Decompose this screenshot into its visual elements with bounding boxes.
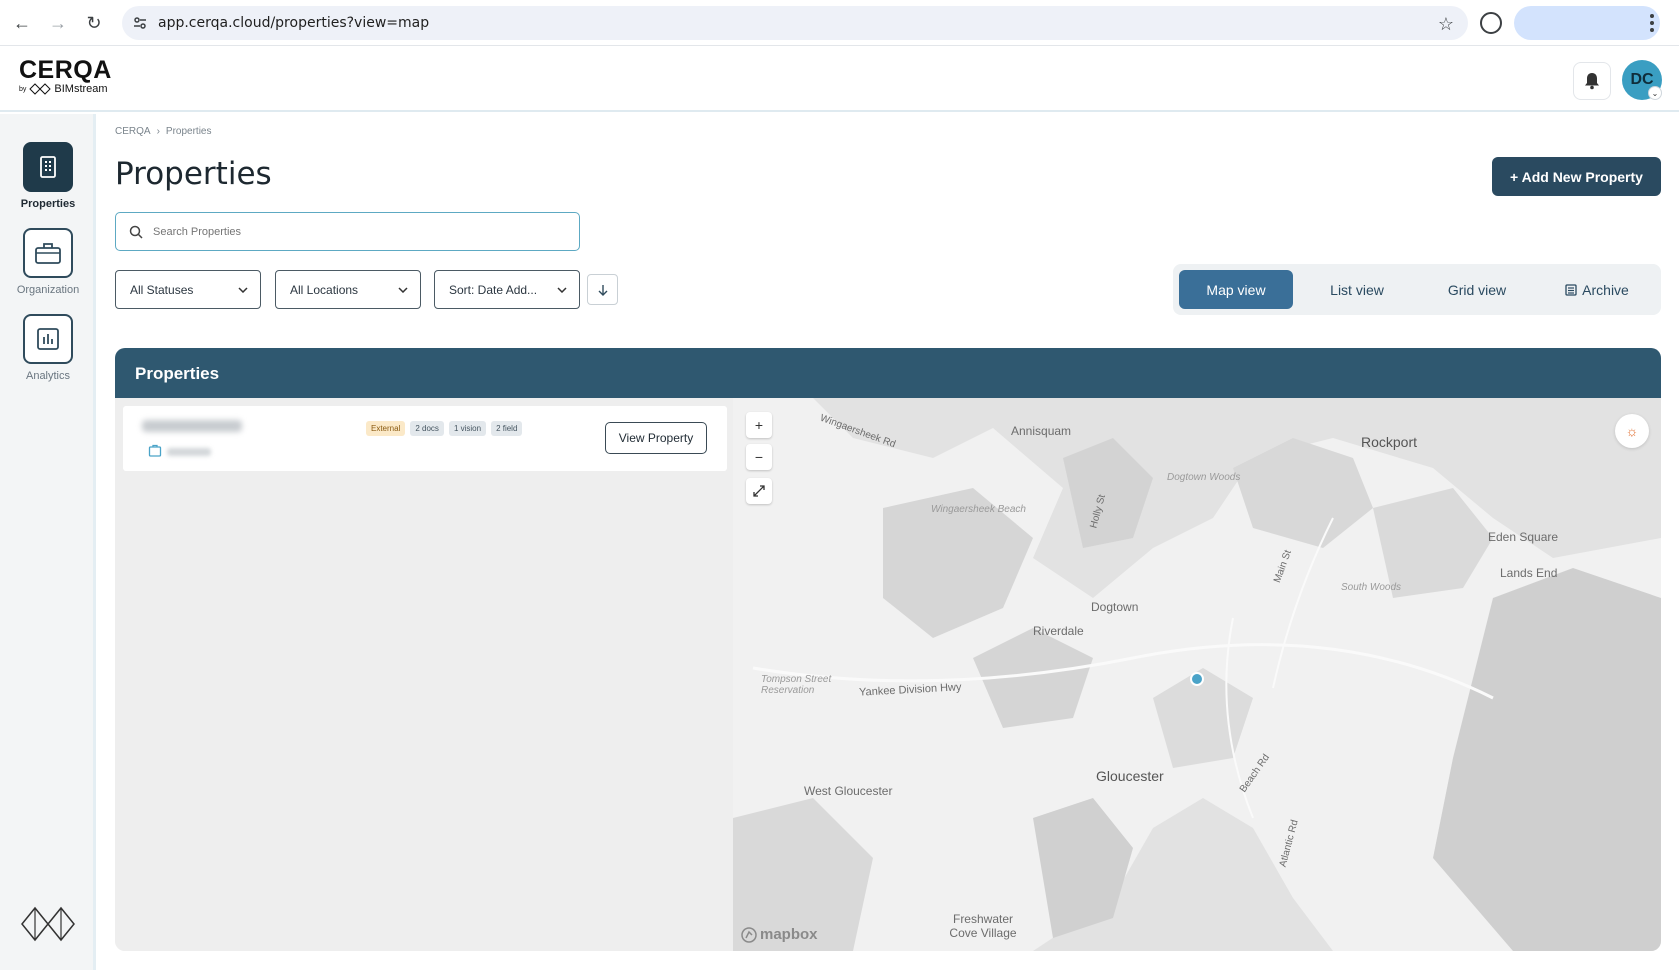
back-icon[interactable]: ←	[4, 5, 40, 41]
property-name-redacted	[142, 420, 242, 432]
map-style-button[interactable]: ☼	[1615, 414, 1649, 448]
map-label-freshwater-cove: Freshwater Cove Village	[949, 912, 1017, 940]
zoom-in-button[interactable]: +	[746, 412, 772, 438]
map-label-lands-end: Lands End	[1500, 566, 1558, 580]
sidebar-item-properties[interactable]: Properties	[0, 142, 96, 210]
map-label-eden-square: Eden Square	[1488, 530, 1559, 544]
archive-icon	[1565, 283, 1577, 296]
breadcrumb-root[interactable]: CERQA	[115, 126, 151, 137]
tag-vision: 1 vision	[448, 421, 487, 436]
map-label-annisquam: Annisquam	[1011, 424, 1072, 438]
browser-toolbar: ← → ↻ app.cerqa.cloud/properties?view=ma…	[0, 0, 1679, 46]
add-property-button[interactable]: + Add New Property	[1492, 157, 1661, 196]
cerqa-logo[interactable]: CERQA by BIMstream	[19, 56, 112, 95]
status-filter-select[interactable]: All Statuses	[115, 270, 261, 309]
bookmark-star-icon[interactable]: ☆	[1438, 14, 1454, 35]
notifications-button[interactable]	[1573, 62, 1611, 100]
property-card[interactable]: External 2 docs 1 vision 2 field View Pr…	[123, 406, 727, 471]
arrow-down-icon	[598, 284, 607, 296]
tab-list-view[interactable]: List view	[1300, 270, 1414, 309]
sidebar-label-properties: Properties	[20, 198, 76, 210]
building-icon	[23, 142, 73, 192]
map-label-dogtown-woods: Dogtown Woods	[1167, 472, 1241, 483]
briefcase-icon	[23, 228, 73, 278]
bar-chart-icon	[23, 314, 73, 364]
sort-direction-button[interactable]	[587, 274, 618, 305]
search-input[interactable]	[153, 225, 553, 238]
property-address-redacted	[167, 448, 211, 456]
sidebar-label-analytics: Analytics	[25, 370, 71, 382]
chevron-down-icon	[557, 286, 567, 293]
property-map-pin[interactable]	[1190, 672, 1204, 686]
map-label-gloucester: Gloucester	[1096, 768, 1164, 784]
map-label-rockport: Rockport	[1361, 434, 1418, 450]
map-canvas[interactable]: Wingaersheek Rd Annisquam Rockport Dogto…	[733, 398, 1661, 951]
sidebar-item-analytics[interactable]: Analytics	[0, 314, 96, 382]
search-icon	[129, 225, 143, 239]
fullscreen-button[interactable]	[746, 478, 772, 504]
map-label-riverdale: Riverdale	[1033, 624, 1084, 638]
panel-title: Properties	[115, 348, 1661, 398]
logo-subtext: by BIMstream	[19, 83, 112, 95]
search-field[interactable]	[115, 212, 580, 251]
forward-icon[interactable]: →	[40, 5, 76, 41]
expand-icon	[753, 485, 765, 497]
tab-map-view[interactable]: Map view	[1179, 270, 1293, 309]
tab-archive[interactable]: Archive	[1540, 270, 1654, 309]
sidebar: Properties Organization Analytics	[0, 114, 96, 970]
tab-grid-view[interactable]: Grid view	[1420, 270, 1534, 309]
page-title: Properties	[115, 156, 272, 192]
breadcrumb-separator: ›	[156, 126, 160, 137]
logo-by: by	[19, 85, 27, 93]
breadcrumb: CERQA › Properties	[115, 126, 211, 137]
bimstream-icon	[29, 83, 52, 95]
chevron-down-icon[interactable]: ⌄	[1648, 86, 1662, 100]
breadcrumb-current: Properties	[165, 126, 212, 137]
address-bar[interactable]: app.cerqa.cloud/properties?view=map ☆	[122, 6, 1468, 40]
tag-field: 2 field	[491, 421, 523, 436]
chevron-down-icon	[238, 286, 248, 293]
building-icon	[148, 444, 162, 457]
bell-icon	[1585, 73, 1599, 90]
zoom-out-button[interactable]: −	[746, 444, 772, 470]
status-filter-value: All Statuses	[130, 282, 194, 297]
sidebar-label-organization: Organization	[16, 284, 80, 296]
mapbox-icon	[741, 926, 757, 943]
mapbox-logo[interactable]: mapbox	[741, 926, 818, 943]
mapbox-logo-text: mapbox	[760, 926, 818, 943]
map-label-west-gloucester: West Gloucester	[804, 784, 893, 798]
site-settings-icon[interactable]	[132, 15, 148, 31]
map-label-wingaersheek-beach: Wingaersheek Beach	[931, 504, 1026, 515]
property-tags: External 2 docs 1 vision 2 field	[366, 421, 523, 436]
sort-select[interactable]: Sort: Date Add...	[434, 270, 580, 309]
location-filter-select[interactable]: All Locations	[275, 270, 421, 309]
logo-text: CERQA	[19, 56, 112, 84]
property-list: External 2 docs 1 vision 2 field View Pr…	[115, 398, 733, 951]
app-header: CERQA by BIMstream DC ⌄	[0, 46, 1679, 112]
chevron-down-icon	[398, 286, 408, 293]
location-filter-value: All Locations	[290, 282, 359, 297]
url-text[interactable]: app.cerqa.cloud/properties?view=map	[158, 15, 429, 31]
map-label-dogtown: Dogtown	[1091, 600, 1139, 614]
map-label-south-woods: South Woods	[1341, 582, 1402, 593]
properties-panel: Properties External 2 docs 1 vision 2 fi…	[115, 348, 1661, 951]
view-property-button[interactable]: View Property	[605, 422, 707, 454]
account-icon[interactable]	[1480, 12, 1502, 34]
tag-docs: 2 docs	[410, 421, 444, 436]
sort-select-value: Sort: Date Add...	[449, 282, 538, 297]
reload-icon[interactable]: ↻	[76, 5, 112, 41]
map-label-tompson-reservation: Tompson Street Reservation	[761, 674, 832, 696]
sidebar-item-organization[interactable]: Organization	[0, 228, 96, 296]
view-switcher: Map view List view Grid view Archive	[1173, 264, 1661, 315]
logo-sub-name: BIMstream	[54, 83, 108, 95]
tag-external: External	[366, 421, 406, 436]
browser-menu-icon[interactable]	[1650, 12, 1654, 34]
bimstream-logo-icon	[21, 906, 75, 942]
profile-chip[interactable]	[1514, 6, 1660, 40]
archive-label: Archive	[1582, 281, 1629, 298]
